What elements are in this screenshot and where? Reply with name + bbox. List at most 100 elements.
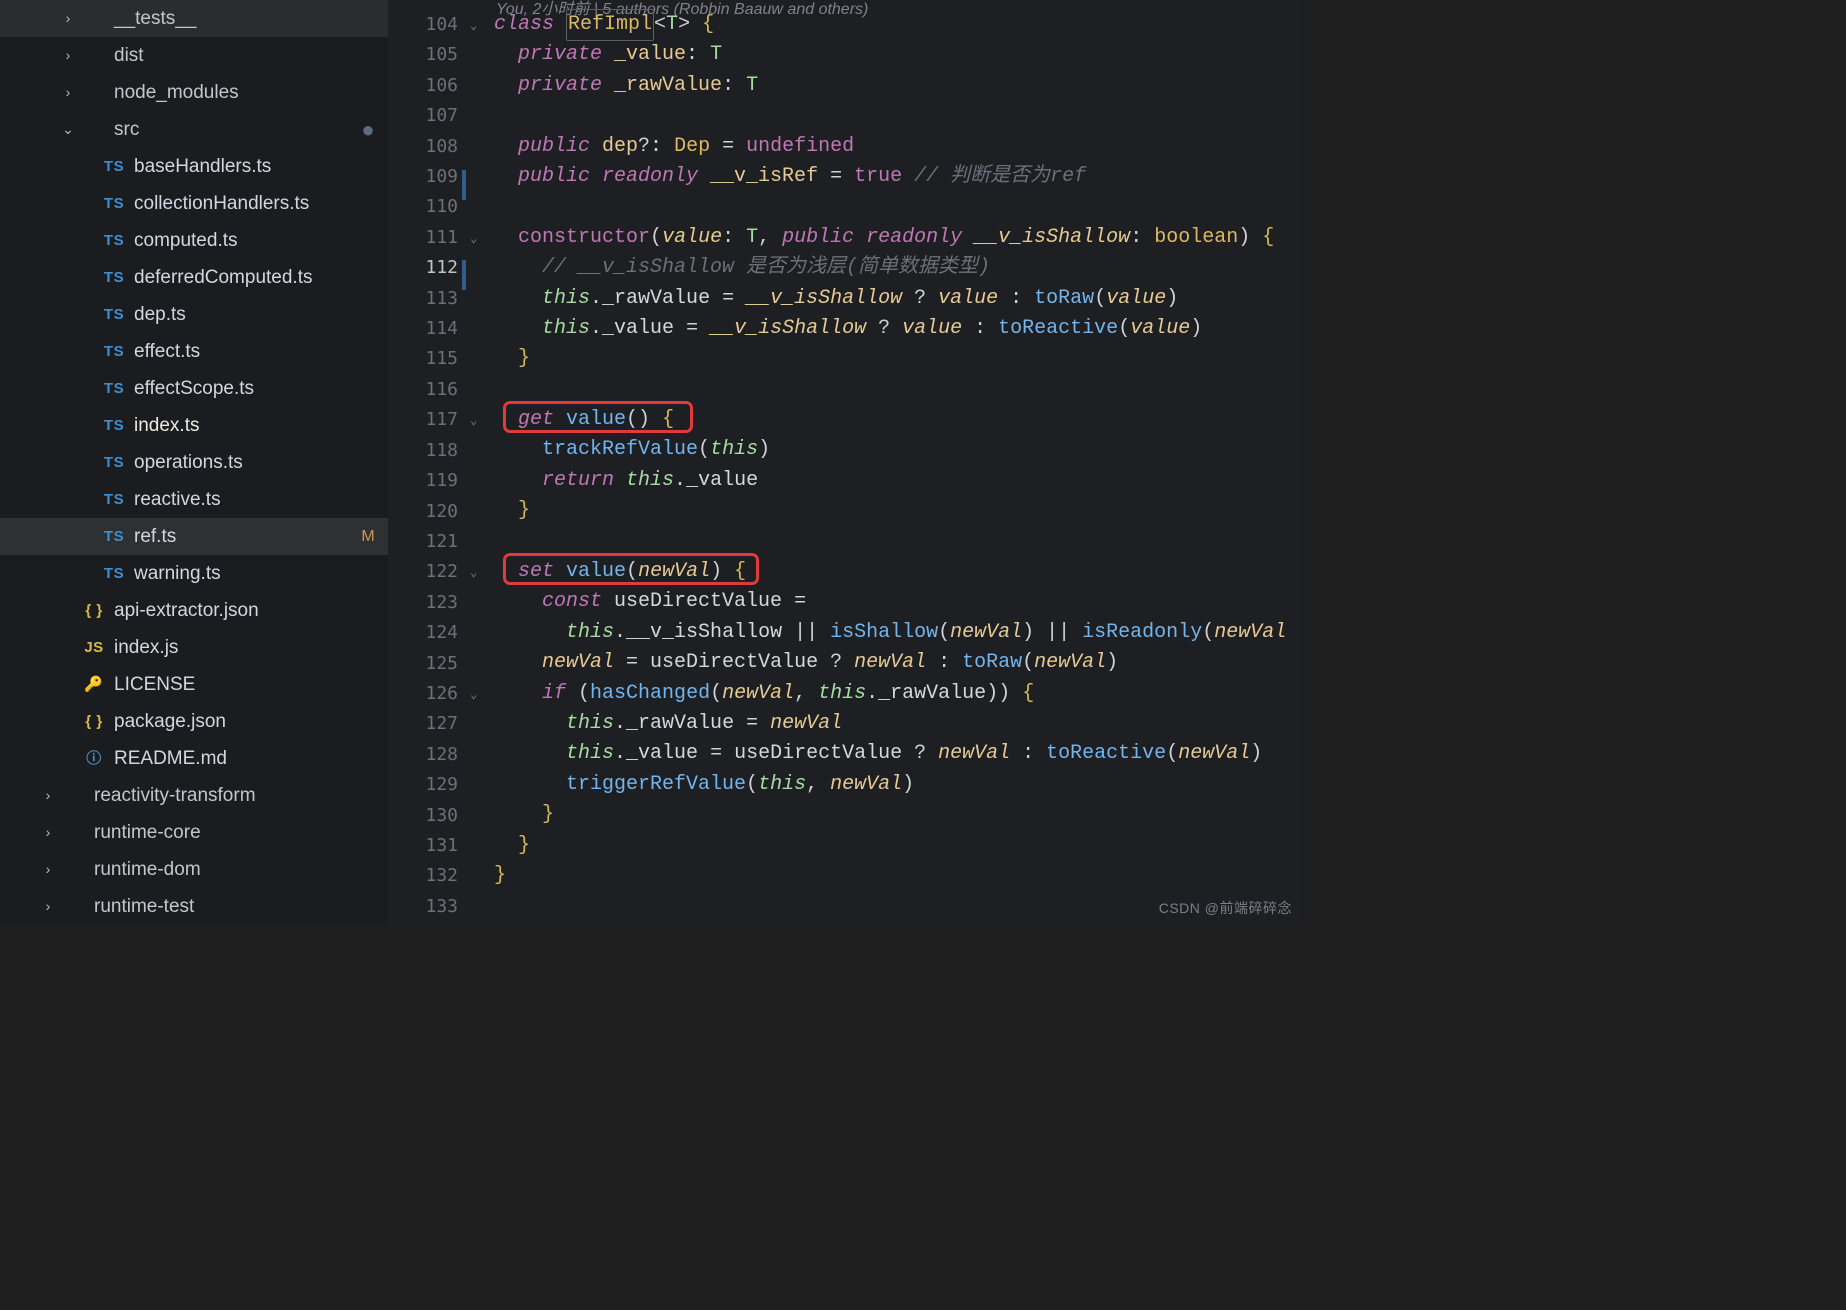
fold-toggle[interactable]: ⌄ (470, 405, 484, 435)
line-number[interactable]: 128 (388, 740, 458, 770)
file-dep.ts[interactable]: TSdep.ts (0, 296, 388, 333)
tree-item-label: api-extractor.json (114, 592, 378, 629)
code-line[interactable]: } (494, 861, 1302, 891)
line-number[interactable]: 109 (388, 162, 458, 192)
line-number[interactable]: 106 (388, 71, 458, 101)
tree-item-label: runtime-core (94, 814, 378, 851)
line-number[interactable]: 116 (388, 375, 458, 405)
file-effect.ts[interactable]: TSeffect.ts (0, 333, 388, 370)
line-number[interactable]: 112 (388, 253, 458, 283)
file-warning.ts[interactable]: TSwarning.ts (0, 555, 388, 592)
code-line[interactable]: class RefImpl<T> { (494, 10, 1302, 40)
code-line[interactable]: private _rawValue: T (494, 71, 1302, 101)
line-number[interactable]: 127 (388, 709, 458, 739)
line-number[interactable]: 108 (388, 132, 458, 162)
file-index.ts[interactable]: TSindex.ts (0, 407, 388, 444)
line-number[interactable]: 132 (388, 861, 458, 891)
code-line[interactable]: private _value: T (494, 40, 1302, 70)
file-index.js[interactable]: JSindex.js (0, 629, 388, 666)
code-line[interactable] (494, 192, 1302, 222)
folder-src[interactable]: ⌄src● (0, 111, 388, 148)
code-line[interactable]: this._rawValue = __v_isShallow ? value :… (494, 284, 1302, 314)
folder-reactivity-transform[interactable]: ›reactivity-transform (0, 777, 388, 814)
code-line[interactable] (494, 101, 1302, 131)
annotation-highlight (503, 401, 693, 433)
line-number[interactable]: 130 (388, 801, 458, 831)
file-package.json[interactable]: { }package.json (0, 703, 388, 740)
folder-runtime-test[interactable]: ›runtime-test (0, 888, 388, 924)
code-line[interactable]: this._value = useDirectValue ? newVal : … (494, 739, 1302, 769)
file-api-extractor.json[interactable]: { }api-extractor.json (0, 592, 388, 629)
fold-toggle[interactable]: ⌄ (470, 557, 484, 587)
line-number[interactable]: 131 (388, 831, 458, 861)
code-line[interactable]: if (hasChanged(newVal, this._rawValue)) … (494, 679, 1302, 709)
folder-runtime-dom[interactable]: ›runtime-dom (0, 851, 388, 888)
line-number[interactable]: 104 (388, 10, 458, 40)
line-number[interactable]: 129 (388, 770, 458, 800)
tree-item-label: node_modules (114, 74, 378, 111)
code-line[interactable]: const useDirectValue = (494, 587, 1302, 617)
folder-node_modules[interactable]: ›node_modules (0, 74, 388, 111)
file-ref.ts[interactable]: TSref.tsM (0, 518, 388, 555)
code-line[interactable]: trackRefValue(this) (494, 435, 1302, 465)
line-number[interactable]: 107 (388, 101, 458, 131)
code-line[interactable]: public dep?: Dep = undefined (494, 132, 1302, 162)
line-number[interactable]: 113 (388, 284, 458, 314)
folder-runtime-core[interactable]: ›runtime-core (0, 814, 388, 851)
file-deferredComputed.ts[interactable]: TSdeferredComputed.ts (0, 259, 388, 296)
line-number[interactable]: 122 (388, 557, 458, 587)
fold-toggle[interactable]: ⌄ (470, 10, 484, 40)
code-line[interactable]: this.__v_isShallow || isShallow(newVal) … (494, 618, 1302, 648)
file-baseHandlers.ts[interactable]: TSbaseHandlers.ts (0, 148, 388, 185)
fold-gutter[interactable]: ⌄ ⌄ ⌄ ⌄ ⌄ (470, 10, 484, 922)
file-explorer[interactable]: ›__tests__›dist›node_modules⌄src●TSbaseH… (0, 0, 388, 924)
tree-item-label: dep.ts (134, 296, 378, 333)
file-effectScope.ts[interactable]: TSeffectScope.ts (0, 370, 388, 407)
fold-toggle[interactable]: ⌄ (470, 679, 484, 709)
line-number[interactable]: 123 (388, 588, 458, 618)
code-line[interactable]: constructor(value: T, public readonly __… (494, 223, 1302, 253)
folder-__tests__[interactable]: ›__tests__ (0, 0, 388, 37)
file-operations.ts[interactable]: TSoperations.ts (0, 444, 388, 481)
code-line[interactable]: triggerRefValue(this, newVal) (494, 770, 1302, 800)
file-collectionHandlers.ts[interactable]: TScollectionHandlers.ts (0, 185, 388, 222)
line-number[interactable]: 110 (388, 192, 458, 222)
line-number[interactable]: 115 (388, 344, 458, 374)
line-number[interactable]: 114 (388, 314, 458, 344)
line-number[interactable]: 118 (388, 436, 458, 466)
line-number[interactable]: 117 (388, 405, 458, 435)
code-editor[interactable]: You, 2小时前 | 5 authors (Robbin Baauw and … (388, 0, 1302, 924)
file-README.md[interactable]: ⓘREADME.md (0, 740, 388, 777)
file-computed.ts[interactable]: TScomputed.ts (0, 222, 388, 259)
line-number[interactable]: 111 (388, 223, 458, 253)
line-number[interactable]: 125 (388, 649, 458, 679)
line-number[interactable]: 119 (388, 466, 458, 496)
fold-toggle[interactable]: ⌄ (470, 223, 484, 253)
line-number[interactable]: 121 (388, 527, 458, 557)
code-line[interactable]: this._rawValue = newVal (494, 709, 1302, 739)
chevron-right-icon: › (40, 777, 56, 814)
file-LICENSE[interactable]: 🔑LICENSE (0, 666, 388, 703)
code-line[interactable]: // __v_isShallow 是否为浅层(简单数据类型) (494, 253, 1302, 283)
code-line[interactable]: public readonly __v_isRef = true // 判断是否… (494, 162, 1302, 192)
line-number[interactable]: 126 (388, 679, 458, 709)
tree-item-label: index.js (114, 629, 378, 666)
file-reactive.ts[interactable]: TSreactive.ts (0, 481, 388, 518)
line-number-gutter[interactable]: 1041051061071081091101111121131141151161… (388, 10, 458, 922)
code-line[interactable]: } (494, 831, 1302, 861)
line-number[interactable]: 120 (388, 497, 458, 527)
ts-icon: TS (102, 518, 126, 555)
code-content[interactable]: class RefImpl<T> { private _value: T pri… (494, 10, 1302, 922)
line-number[interactable]: 105 (388, 40, 458, 70)
code-line[interactable]: } (494, 496, 1302, 526)
code-line[interactable]: return this._value (494, 466, 1302, 496)
code-line[interactable]: newVal = useDirectValue ? newVal : toRaw… (494, 648, 1302, 678)
folder-dist[interactable]: ›dist (0, 37, 388, 74)
code-line[interactable]: this._value = __v_isShallow ? value : to… (494, 314, 1302, 344)
ts-icon: TS (102, 259, 126, 296)
code-line[interactable]: } (494, 344, 1302, 374)
line-number[interactable]: 133 (388, 892, 458, 922)
code-line[interactable]: } (494, 800, 1302, 830)
line-number[interactable]: 124 (388, 618, 458, 648)
ts-icon: TS (102, 444, 126, 481)
